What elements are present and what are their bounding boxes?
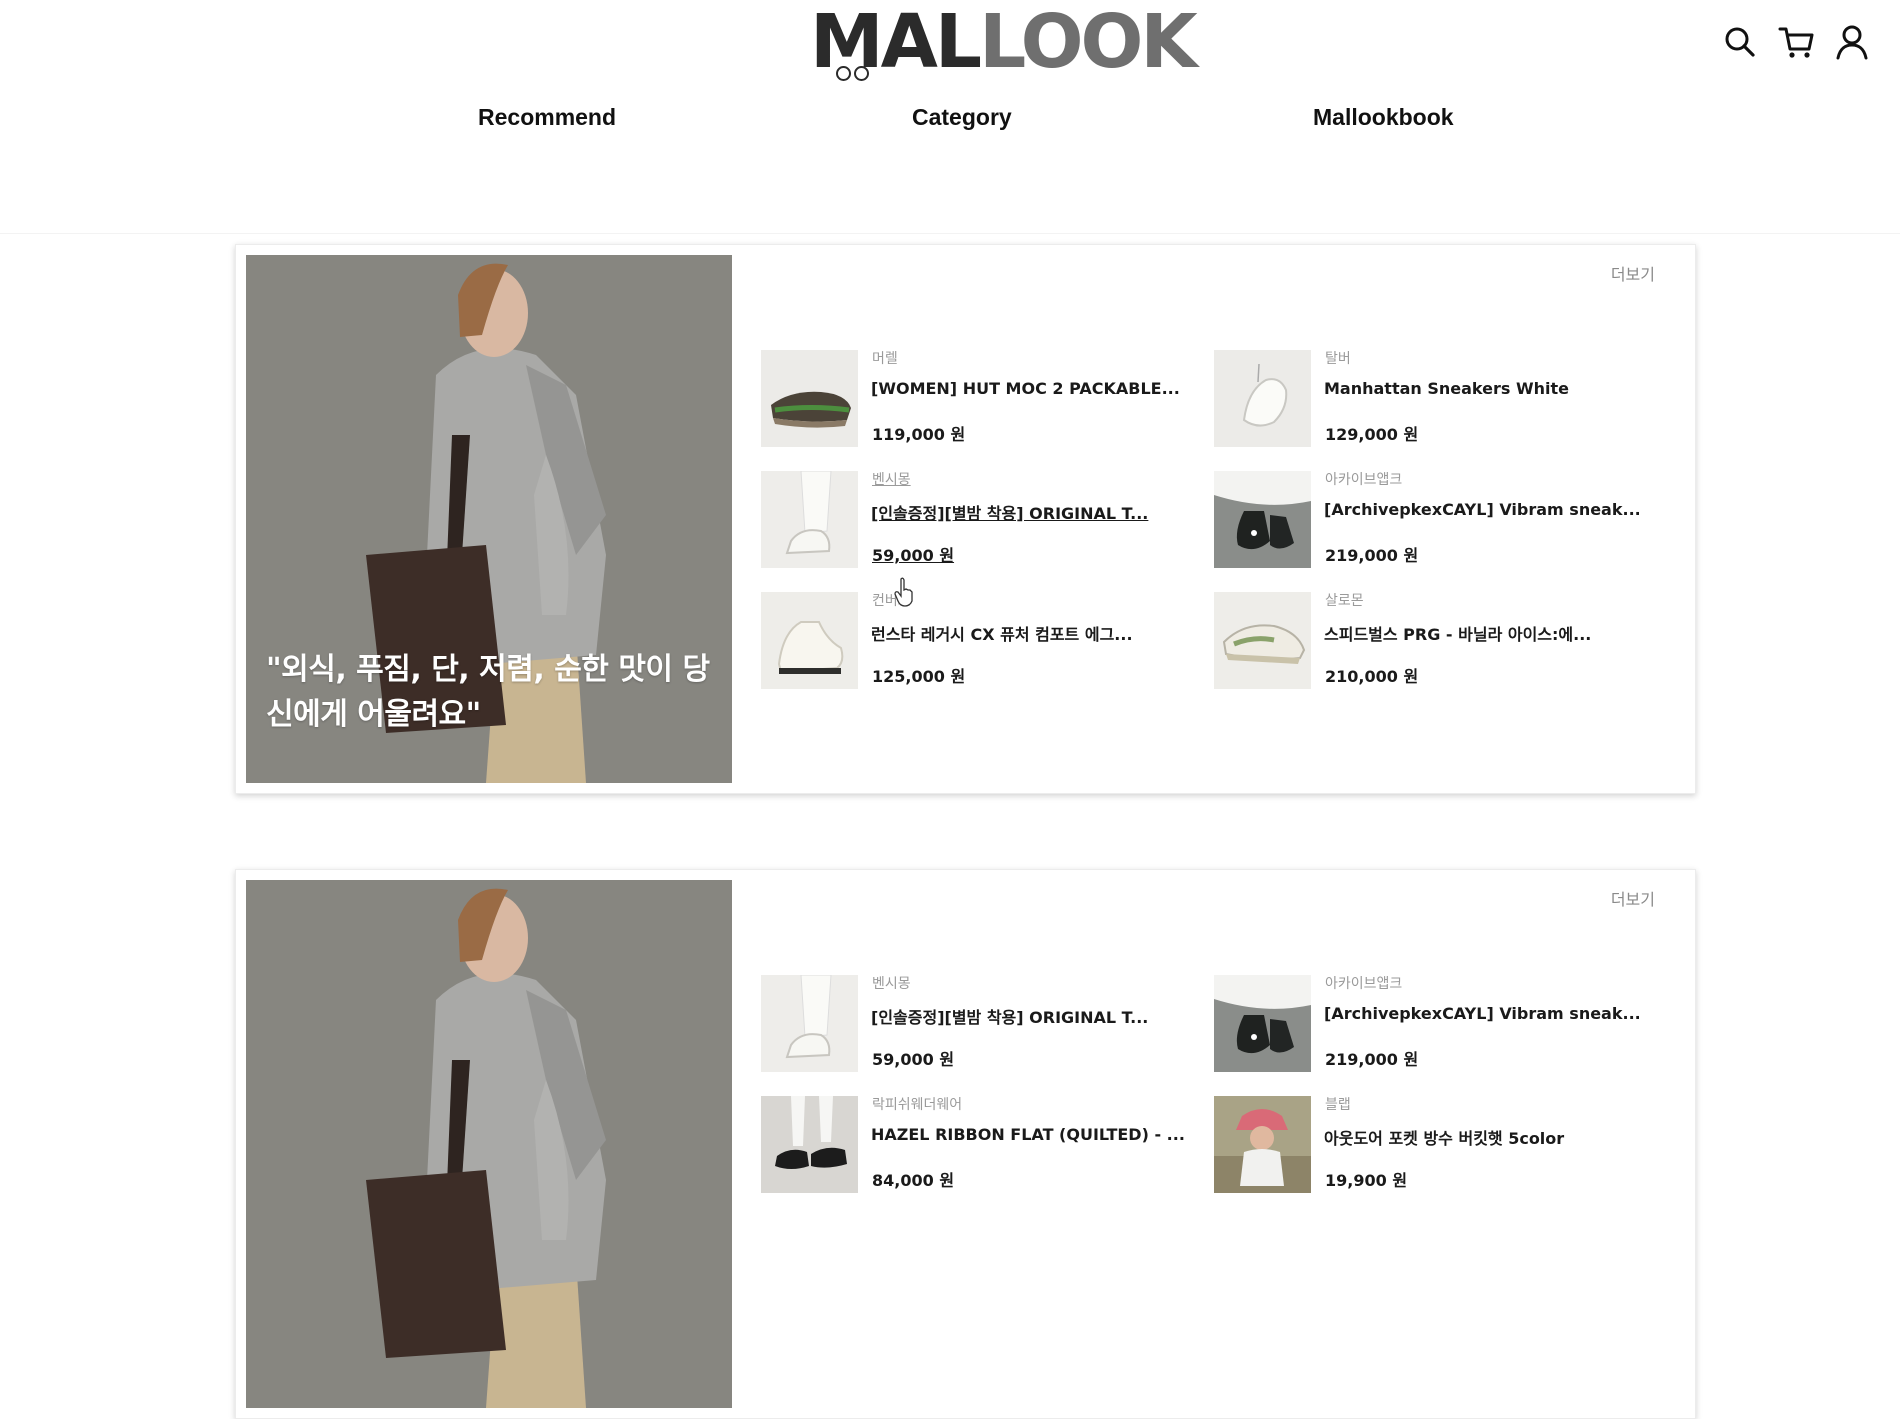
product-brand: 벤시몽 (872, 976, 911, 992)
product-item[interactable]: 아카이브앱크 [ArchivepkexCAYL] Vibram sneak...… (1214, 973, 1654, 1073)
product-name: [인솔증정][별밤 착용] ORIGINAL T... (871, 504, 1149, 523)
product-thumbnail (761, 471, 858, 568)
product-brand: 블랩 (1325, 1097, 1351, 1113)
product-price: 219,000 원 (1325, 1050, 1419, 1069)
nav-category[interactable]: Category (912, 104, 1012, 131)
lookbook-card: "외식, 푸짐, 단, 저렴, 순한 맛이 당신에게 어울려요" 더보기 머렐 … (235, 244, 1696, 794)
product-brand: 머렐 (872, 351, 898, 367)
product-name: [인솔증정][별밤 착용] ORIGINAL T... (871, 1008, 1149, 1027)
product-price: 219,000 원 (1325, 546, 1419, 565)
more-link[interactable]: 더보기 (1611, 886, 1655, 910)
product-item[interactable]: 탈버 Manhattan Sneakers White 129,000 원 (1214, 348, 1654, 448)
logo-eyes (836, 16, 872, 96)
product-price: 129,000 원 (1325, 425, 1419, 444)
product-thumbnail (761, 1096, 858, 1193)
cart-icon[interactable] (1776, 22, 1816, 62)
product-name: [ArchivepkexCAYL] Vibram sneak... (1324, 1004, 1639, 1023)
product-name: 아웃도어 포켓 방수 버킷햇 5color (1324, 1129, 1565, 1148)
nav-mallookbook[interactable]: Mallookbook (1313, 104, 1454, 131)
main-nav: Recommend Category Mallookbook (0, 104, 1900, 140)
product-brand: 아카이브앱크 (1325, 976, 1403, 992)
hero-quote: "외식, 푸짐, 단, 저렴, 순한 맛이 당신에게 어울려요" (266, 652, 710, 732)
product-name: [ArchivepkexCAYL] Vibram sneak... (1324, 500, 1639, 519)
product-item[interactable]: 벤시몽 [인솔증정][별밤 착용] ORIGINAL T... 59,000 원 (761, 973, 1201, 1073)
user-icon[interactable] (1832, 22, 1872, 62)
product-thumbnail (1214, 1096, 1311, 1193)
product-price: 119,000 원 (872, 425, 966, 444)
product-item[interactable]: 컨버스 런스타 레거시 CX 퓨처 컴포트 에그... 125,000 원 (761, 590, 1201, 690)
product-thumbnail (1214, 471, 1311, 568)
product-name: 런스타 레거시 CX 퓨처 컴포트 에그... (871, 625, 1133, 644)
product-brand: 탈버 (1325, 351, 1351, 367)
product-thumbnail (761, 975, 858, 1072)
lookbook-card: 더보기 벤시몽 [인솔증정][별밤 착용] ORIGINAL T... 59,0… (235, 869, 1696, 1419)
product-price: 19,900 원 (1325, 1171, 1408, 1190)
search-icon[interactable] (1720, 22, 1760, 62)
product-price: 125,000 원 (872, 667, 966, 686)
product-thumbnail (761, 592, 858, 689)
product-item[interactable]: 살로몬 스피드벌스 PRG - 바닐라 아이스:에... 210,000 원 (1214, 590, 1654, 690)
product-item[interactable]: 벤시몽 [인솔증정][별밤 착용] ORIGINAL T... 59,000 원 (761, 469, 1201, 569)
site-header: MALLOOK Recommend Category Mallookbook (0, 0, 1900, 200)
product-item[interactable]: 머렐 [WOMEN] HUT MOC 2 PACKABLE... 119,000… (761, 348, 1201, 448)
product-price: 84,000 원 (872, 1171, 955, 1190)
product-price: 210,000 원 (1325, 667, 1419, 686)
product-brand: 컨버스 (872, 593, 911, 609)
product-item[interactable]: 락피쉬웨더웨어 HAZEL RIBBON FLAT (QUILTED) - ..… (761, 1094, 1201, 1194)
nav-recommend[interactable]: Recommend (478, 104, 616, 131)
product-name: [WOMEN] HUT MOC 2 PACKABLE... (871, 379, 1180, 398)
more-link[interactable]: 더보기 (1611, 261, 1655, 285)
product-thumbnail (1214, 592, 1311, 689)
header-icons (1720, 22, 1900, 66)
product-item[interactable]: 아카이브앱크 [ArchivepkexCAYL] Vibram sneak...… (1214, 469, 1654, 569)
product-price: 59,000 원 (872, 546, 955, 565)
hero-image[interactable]: "외식, 푸짐, 단, 저렴, 순한 맛이 당신에게 어울려요" (246, 255, 732, 783)
product-item[interactable]: 블랩 아웃도어 포켓 방수 버킷햇 5color 19,900 원 (1214, 1094, 1654, 1194)
product-name: Manhattan Sneakers White (1324, 379, 1569, 398)
product-brand: 락피쉬웨더웨어 (872, 1097, 963, 1113)
product-price: 59,000 원 (872, 1050, 955, 1069)
product-name: HAZEL RIBBON FLAT (QUILTED) - ... (871, 1125, 1185, 1144)
product-brand: 살로몬 (1325, 593, 1364, 609)
product-brand: 벤시몽 (872, 472, 911, 488)
product-thumbnail (1214, 350, 1311, 447)
product-brand: 아카이브앱크 (1325, 472, 1403, 488)
product-name: 스피드벌스 PRG - 바닐라 아이스:에... (1324, 625, 1592, 644)
header-divider (0, 233, 1900, 234)
product-thumbnail (761, 350, 858, 447)
product-thumbnail (1214, 975, 1311, 1072)
logo[interactable]: MALLOOK (810, 2, 1198, 82)
hero-image[interactable] (246, 880, 732, 1408)
logo-part-light: LOOK (979, 0, 1198, 85)
